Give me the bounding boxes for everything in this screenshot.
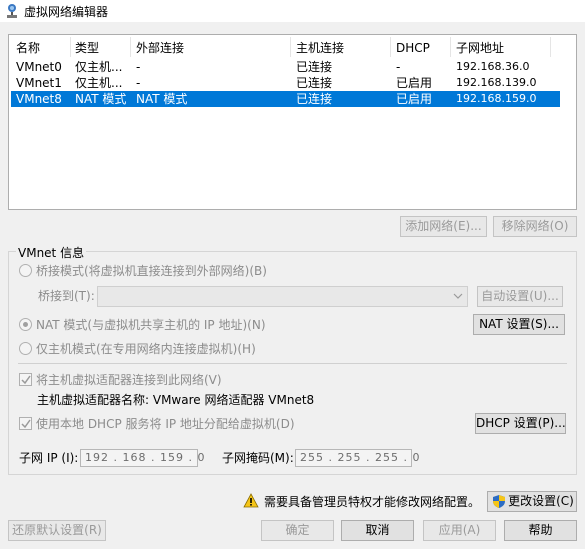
restore-defaults-button[interactable]: 还原默认设置(R) — [8, 520, 106, 541]
cell-dhcp: - — [396, 60, 401, 74]
ok-button[interactable]: 确定 — [261, 520, 334, 541]
host-only-label: 仅主机模式(在专用网络内连接虚拟机)(H) — [36, 342, 256, 356]
remove-network-button[interactable]: 移除网络(O) — [493, 216, 577, 237]
bridge-to-select[interactable] — [97, 286, 468, 307]
window-title: 虚拟网络编辑器 — [24, 5, 109, 19]
column-header-host[interactable]: 主机连接 — [296, 39, 344, 57]
nat-label: NAT 模式(与虚拟机共享主机的 IP 地址)(N) — [36, 318, 266, 332]
warning-icon — [243, 493, 259, 508]
column-header-external[interactable]: 外部连接 — [136, 39, 184, 57]
apply-button[interactable]: 应用(A) — [423, 520, 496, 541]
cell-host: 已连接 — [296, 76, 333, 90]
cancel-button[interactable]: 取消 — [341, 520, 414, 541]
auto-settings-button[interactable]: 自动设置(U)... — [477, 286, 563, 307]
nat-settings-button[interactable]: NAT 设置(S)... — [473, 314, 565, 335]
cell-host: 已连接 — [296, 60, 333, 74]
dhcp-settings-button[interactable]: DHCP 设置(P)... — [475, 413, 566, 434]
change-settings-label: 更改设置(C) — [508, 494, 574, 508]
network-list[interactable]: 名称 类型 外部连接 主机连接 DHCP 子网地址 VMnet0 仅主机... … — [8, 34, 577, 210]
subnet-ip-label: 子网 IP (I): — [19, 451, 79, 465]
cell-external: - — [136, 60, 141, 74]
cell-dhcp: 已启用 — [396, 92, 433, 106]
cell-subnet: 192.168.36.0 — [456, 60, 530, 73]
host-only-radio[interactable] — [19, 342, 32, 355]
cell-dhcp: 已启用 — [396, 76, 433, 90]
column-header-subnet[interactable]: 子网地址 — [456, 39, 504, 57]
bridged-label: 桥接模式(将虚拟机直接连接到外部网络)(B) — [36, 264, 267, 278]
admin-warning-text: 需要具备管理员特权才能修改网络配置。 — [264, 495, 481, 509]
dhcp-label: 使用本地 DHCP 服务将 IP 地址分配给虚拟机(D) — [36, 417, 295, 431]
cell-subnet: 192.168.139.0 — [456, 76, 537, 89]
change-settings-button[interactable]: 更改设置(C) — [487, 491, 577, 512]
subnet-ip-input[interactable]: 192 . 168 . 159 . 0 — [80, 449, 204, 467]
column-header-name[interactable]: 名称 — [16, 39, 40, 57]
subnet-mask-label: 子网掩码(M): — [222, 451, 294, 465]
title-bar: 虚拟网络编辑器 — [0, 0, 585, 22]
network-editor-icon — [7, 4, 17, 18]
cell-name: VMnet0 — [16, 60, 62, 74]
connect-adapter-label: 将主机虚拟适配器连接到此网络(V) — [36, 373, 222, 387]
table-row[interactable]: VMnet1 仅主机... - 已连接 已启用 192.168.139.0 — [11, 75, 560, 91]
cell-type: 仅主机... — [75, 76, 123, 90]
vmnet-info-title: VMnet 信息 — [16, 244, 87, 261]
cell-external: NAT 模式 — [136, 92, 188, 106]
bridge-to-label: 桥接到(T): — [38, 289, 95, 303]
dhcp-checkbox[interactable] — [19, 417, 32, 430]
uac-shield-icon — [493, 495, 505, 508]
table-row-selected[interactable]: VMnet8 NAT 模式 NAT 模式 已连接 已启用 192.168.159… — [11, 91, 560, 107]
cell-type: 仅主机... — [75, 60, 123, 74]
adapter-name-label: 主机虚拟适配器名称: VMware 网络适配器 VMnet8 — [37, 393, 315, 407]
checkmark-icon — [21, 375, 31, 385]
subnet-mask-input[interactable]: 255 . 255 . 255 . 0 — [295, 449, 419, 467]
table-row[interactable]: VMnet0 仅主机... - 已连接 - 192.168.36.0 — [11, 59, 560, 75]
chevron-down-icon — [453, 293, 463, 299]
cell-name: VMnet8 — [16, 92, 62, 106]
cell-subnet: 192.168.159.0 — [456, 92, 537, 105]
add-network-button[interactable]: 添加网络(E)... — [400, 216, 487, 237]
connect-adapter-checkbox[interactable] — [19, 373, 32, 386]
column-header-dhcp[interactable]: DHCP — [396, 39, 430, 57]
separator — [18, 363, 567, 364]
column-header-type[interactable]: 类型 — [75, 39, 99, 57]
cell-host: 已连接 — [296, 92, 333, 106]
checkmark-icon — [21, 419, 31, 429]
cell-name: VMnet1 — [16, 76, 62, 90]
cell-type: NAT 模式 — [75, 92, 127, 106]
bridged-radio[interactable] — [19, 264, 32, 277]
cell-external: - — [136, 76, 141, 90]
help-button[interactable]: 帮助 — [504, 520, 577, 541]
nat-radio[interactable] — [19, 318, 32, 331]
